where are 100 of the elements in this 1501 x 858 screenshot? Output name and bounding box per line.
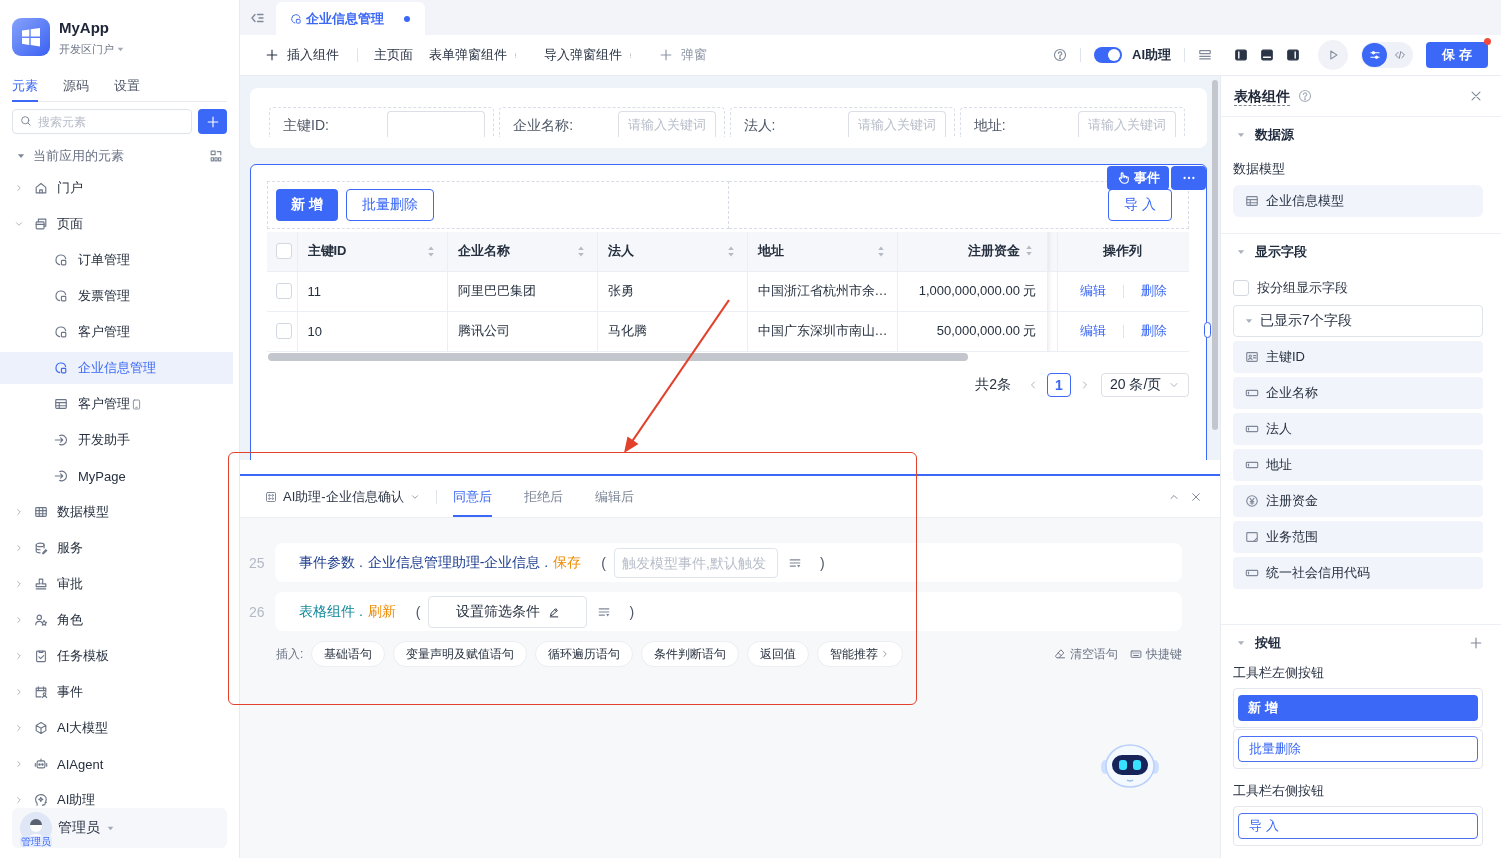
column-header[interactable]: 企业名称 xyxy=(447,232,597,271)
toolbar-button[interactable]: 导入弹窗组件 xyxy=(544,46,633,64)
tree-item[interactable]: 门户 xyxy=(0,172,233,204)
toolbar-button[interactable]: 插入组件 xyxy=(265,46,339,64)
section-header[interactable]: 显示字段 xyxy=(1233,243,1307,261)
page-size-select[interactable]: 20 条/页 xyxy=(1101,372,1189,397)
close-icon[interactable] xyxy=(1190,490,1202,503)
panel-action-button[interactable]: 清空语句 xyxy=(1054,645,1118,663)
insert-chip[interactable]: 智能推荐 xyxy=(817,641,904,667)
help-icon[interactable] xyxy=(1298,89,1312,103)
input-field[interactable] xyxy=(387,111,486,137)
field-item[interactable]: 主键ID xyxy=(1233,341,1483,373)
tree-item[interactable]: 事件 xyxy=(0,676,233,708)
portal-select[interactable]: 开发区门户 xyxy=(59,42,125,56)
toolbar-button[interactable]: 表单弹窗组件 xyxy=(429,46,518,64)
input-field[interactable]: 请输入关键词 xyxy=(847,111,946,137)
insert-chip[interactable]: 基础语句 xyxy=(311,641,386,667)
insert-chip[interactable]: 返回值 xyxy=(747,641,810,667)
panel-tab[interactable]: 拒绝后 xyxy=(523,476,563,517)
field-item[interactable]: 地址 xyxy=(1233,449,1483,481)
toolbar-button[interactable]: 主页面 xyxy=(374,46,413,64)
tree-item[interactable]: 发票管理 xyxy=(0,280,233,312)
resize-handle-icon[interactable] xyxy=(1204,322,1211,338)
editor-tab[interactable]: 企业信息管理 xyxy=(276,2,425,35)
sort-icon[interactable] xyxy=(1024,244,1033,258)
field-item[interactable]: 业务范围 xyxy=(1233,521,1483,553)
toolbar-button[interactable]: 导 入 xyxy=(1108,189,1172,221)
user-menu[interactable]: 管理员 管理员 xyxy=(12,808,227,848)
more-button[interactable] xyxy=(1171,166,1206,190)
sidebar-tab[interactable]: 源码 xyxy=(63,74,89,102)
tree-item[interactable]: 企业信息管理 xyxy=(0,352,233,384)
row-action-link[interactable]: 删除 xyxy=(1140,282,1167,300)
tree-item[interactable]: AI大模型 xyxy=(0,712,233,744)
tree-item[interactable]: 角色 xyxy=(0,604,233,636)
preview-button[interactable] xyxy=(1318,40,1348,70)
column-header[interactable]: 法人 xyxy=(597,232,747,271)
close-icon[interactable] xyxy=(1469,89,1483,103)
row-action-link[interactable]: 删除 xyxy=(1140,322,1167,340)
input-field[interactable]: 请输入关键词 xyxy=(1078,111,1176,137)
configured-button[interactable]: 新 增 xyxy=(1238,695,1478,721)
field-item[interactable]: 统一社会信用代码 xyxy=(1233,557,1483,589)
assistant-select[interactable]: AI助理-企业信息确认 xyxy=(265,476,420,517)
filter-condition-button[interactable]: 设置筛选条件 xyxy=(428,595,588,628)
sort-icon[interactable] xyxy=(726,245,735,259)
add-button[interactable] xyxy=(198,109,227,134)
panel-action-button[interactable]: 快捷键 xyxy=(1130,645,1182,663)
layout-grid-icon[interactable] xyxy=(209,149,223,163)
page-button[interactable]: 1 xyxy=(1047,372,1071,397)
right-panel-icon[interactable] xyxy=(1286,48,1300,62)
insert-chip[interactable]: 变量声明及赋值语句 xyxy=(393,641,528,667)
fields-collapse-header[interactable]: 已显示7个字段 xyxy=(1233,305,1483,337)
tree-section-header[interactable]: 当前应用的元素 xyxy=(16,147,124,165)
field-item[interactable]: 企业名称 xyxy=(1233,377,1483,409)
toggle-switch[interactable] xyxy=(1094,47,1122,63)
column-header[interactable]: 地址 xyxy=(747,232,897,271)
sidebar-tab[interactable]: 设置 xyxy=(114,74,140,102)
select-all-checkbox[interactable] xyxy=(276,243,292,260)
layout-icon[interactable] xyxy=(1198,48,1212,62)
tree-item[interactable]: AI助理 xyxy=(0,784,233,808)
configured-button[interactable]: 批量删除 xyxy=(1238,736,1478,762)
field-item[interactable]: 注册资金 xyxy=(1233,485,1483,517)
column-header[interactable]: 主键ID xyxy=(297,232,447,271)
tree-item[interactable]: 订单管理 xyxy=(0,244,233,276)
section-header[interactable]: 按钮 xyxy=(1233,634,1281,652)
sort-icon[interactable] xyxy=(426,245,435,259)
insert-chip[interactable]: 条件判断语句 xyxy=(641,641,740,667)
column-header[interactable]: 注册资金 xyxy=(897,232,1047,271)
search-field[interactable]: 搜索元素 xyxy=(12,109,192,134)
sidebar-tab[interactable]: 元素 xyxy=(12,74,38,102)
field-item[interactable]: 法人 xyxy=(1233,413,1483,445)
sort-icon[interactable] xyxy=(876,245,885,259)
tree-item[interactable]: AIAgent xyxy=(0,748,233,780)
tree-item[interactable]: 审批 xyxy=(0,568,233,600)
left-panel-icon[interactable] xyxy=(1234,48,1248,62)
insert-chip[interactable]: 循环遍历语句 xyxy=(535,641,634,667)
tree-item[interactable]: 数据模型 xyxy=(0,496,233,528)
tree-item[interactable]: 客户管理 xyxy=(0,316,233,348)
row-checkbox[interactable] xyxy=(276,283,292,299)
view-mode-button[interactable] xyxy=(1362,43,1387,67)
checkbox[interactable] xyxy=(1233,280,1249,296)
row-action-link[interactable]: 编辑 xyxy=(1079,322,1106,340)
row-checkbox[interactable] xyxy=(276,323,292,339)
tree-item[interactable]: 任务模板 xyxy=(0,640,233,672)
argument-input[interactable]: 触发模型事件,默认触发 xyxy=(613,547,778,578)
section-header[interactable]: 数据源 xyxy=(1233,126,1294,144)
plus-icon[interactable] xyxy=(1469,636,1483,650)
row-action-link[interactable]: 编辑 xyxy=(1079,282,1106,300)
tree-item[interactable]: 页面 xyxy=(0,208,233,240)
event-button[interactable]: 事件 xyxy=(1107,166,1169,190)
configured-button[interactable]: 导 入 xyxy=(1238,813,1478,839)
tree-item[interactable]: 客户管理 xyxy=(0,388,233,420)
vertical-scrollbar[interactable] xyxy=(1212,80,1218,430)
model-select[interactable]: 企业信息模型 xyxy=(1233,185,1483,217)
toolbar-button[interactable]: 批量删除 xyxy=(345,189,434,221)
sort-icon[interactable] xyxy=(576,245,585,259)
tree-item[interactable]: 服务 xyxy=(0,532,233,564)
bottom-panel-icon[interactable] xyxy=(1260,48,1274,62)
toolbar-button[interactable]: 新 增 xyxy=(276,189,338,221)
tree-item[interactable]: 开发助手 xyxy=(0,424,233,456)
tree-item[interactable]: MyPage xyxy=(0,460,233,492)
